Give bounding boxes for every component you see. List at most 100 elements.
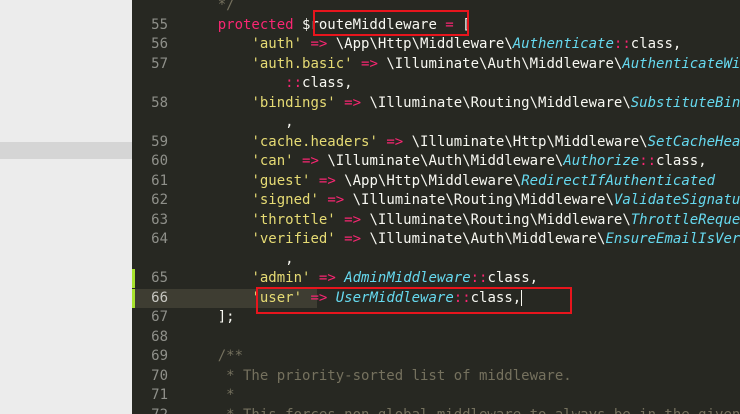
code-token: \App\Http\Middleware\ <box>335 172 522 189</box>
code-token: 'bindings' <box>251 94 336 111</box>
code-token: => <box>344 94 362 111</box>
line-number: 59 <box>151 133 168 150</box>
code-token: \Illuminate\Routing\Middleware\ <box>344 192 614 208</box>
line-number: 72 <box>151 406 168 414</box>
code-token: => <box>344 231 362 247</box>
code-token: RedirectIfAuthenticated <box>521 172 716 189</box>
gutter-row: 59 <box>132 133 184 152</box>
line-number: 66 <box>151 289 168 306</box>
code-editor[interactable]: 55 56 57 58 59 60 61 62 63 64 65 66 67 68 69 70 71 72 */ … <box>132 0 740 414</box>
code-line[interactable]: 'verified' => \Illuminate\Auth\Middlewar… <box>184 230 740 249</box>
gutter-row <box>132 113 184 132</box>
code-line[interactable]: 'admin' => AdminMiddleware::class, <box>184 269 538 288</box>
code-token: => <box>302 153 319 169</box>
code-token: 'cache.headers' <box>251 133 378 150</box>
gutter-row: 56 <box>132 35 184 54</box>
code-token: 'signed' <box>251 192 319 208</box>
code-line[interactable]: 'bindings' => \Illuminate\Routing\Middle… <box>184 94 740 113</box>
code-token: :: <box>285 75 303 91</box>
code-token: \Illuminate\Auth\Middleware\ <box>361 231 606 247</box>
code-token: :: <box>470 270 488 286</box>
code-token: * The priority-sorted list of middleware… <box>184 367 572 384</box>
gutter-row: 68 <box>132 328 184 347</box>
code-token: 'throttle' <box>251 211 336 228</box>
code-token: => <box>310 36 328 52</box>
code-line[interactable]: * This forces non-global middleware to a… <box>184 406 740 414</box>
code-line[interactable]: 'guest' => \App\Http\Middleware\Redirect… <box>184 172 715 191</box>
code-line[interactable]: 'throttle' => \Illuminate\Routing\Middle… <box>184 211 740 230</box>
code-token: => <box>361 55 378 72</box>
line-number: 58 <box>151 94 168 111</box>
code-token: => <box>327 192 345 208</box>
code-line[interactable]: 'signed' => \Illuminate\Routing\Middlewa… <box>184 191 740 210</box>
gutter-row: 67 <box>132 308 184 327</box>
code-line[interactable]: * <box>184 386 234 405</box>
line-number: 57 <box>151 55 168 72</box>
code-line[interactable]: ]; <box>184 308 235 327</box>
code-line[interactable]: ::class, <box>184 74 353 93</box>
code-token: \App\Http\Middleware\ <box>327 36 513 52</box>
gutter-row: 71 <box>132 386 184 405</box>
code-line[interactable]: /** <box>184 347 243 366</box>
code-token: \Illuminate\Routing\Middleware\ <box>361 94 631 111</box>
code-token: \Illuminate\Auth\Middleware\ <box>377 55 623 72</box>
gutter-row <box>132 250 184 269</box>
code-token: :: <box>613 36 631 52</box>
highlight-box-route-middleware <box>313 10 469 36</box>
gutter-row: 66 <box>132 288 184 308</box>
code-line[interactable]: 'auth.basic' => \Illuminate\Auth\Middlew… <box>184 55 740 74</box>
code-line[interactable]: * The priority-sorted list of middleware… <box>184 367 572 386</box>
modified-line-marker <box>132 288 135 308</box>
code-token: ThrottleRequests <box>630 211 740 228</box>
code-line[interactable]: , <box>184 250 294 269</box>
line-number: 63 <box>151 211 168 228</box>
line-number: 55 <box>151 16 168 33</box>
line-number: 65 <box>151 270 168 286</box>
code-line[interactable]: 'auth' => \App\Http\Middleware\Authentic… <box>184 35 681 54</box>
line-number: 68 <box>151 328 168 345</box>
code-token: => <box>386 133 404 150</box>
highlight-box-user-middleware <box>256 287 572 314</box>
sidebar-selected-item[interactable] <box>0 142 132 159</box>
gutter-row: 60 <box>132 152 184 171</box>
code-token: 'can' <box>251 153 294 169</box>
code-line[interactable]: , <box>184 113 293 132</box>
code-token: => <box>344 211 362 228</box>
code-token: 'auth.basic' <box>251 55 353 72</box>
code-line[interactable]: */ <box>184 0 235 15</box>
modified-line-marker <box>132 269 135 288</box>
line-number: 71 <box>151 387 168 403</box>
code-token: class, <box>302 75 353 91</box>
code-token: SetCacheHeaders <box>647 133 740 150</box>
code-line[interactable]: 'cache.headers' => \Illuminate\Http\Midd… <box>184 133 740 152</box>
code-area[interactable]: */ protected $routeMiddleware = [ 'auth'… <box>184 0 740 414</box>
code-token: => <box>318 172 336 189</box>
gutter-row: 61 <box>132 172 184 191</box>
gutter-row: 65 <box>132 269 184 288</box>
code-token: , <box>184 250 294 267</box>
code-token: AdminMiddleware <box>344 270 471 286</box>
code-token: Authenticate <box>512 36 614 52</box>
code-token: :: <box>639 153 657 169</box>
line-number: 56 <box>151 36 168 52</box>
line-number: 67 <box>151 309 168 325</box>
gutter-row: 72 <box>132 406 184 414</box>
line-number: 69 <box>151 348 168 364</box>
code-token: 'auth' <box>251 36 303 52</box>
line-number: 61 <box>151 172 168 189</box>
line-number: 60 <box>151 153 168 169</box>
code-line[interactable]: 'can' => \Illuminate\Auth\Middleware\Aut… <box>184 152 706 171</box>
gutter-row: 70 <box>132 367 184 386</box>
code-token: ]; <box>184 309 235 325</box>
gutter-row: 58 <box>132 94 184 113</box>
